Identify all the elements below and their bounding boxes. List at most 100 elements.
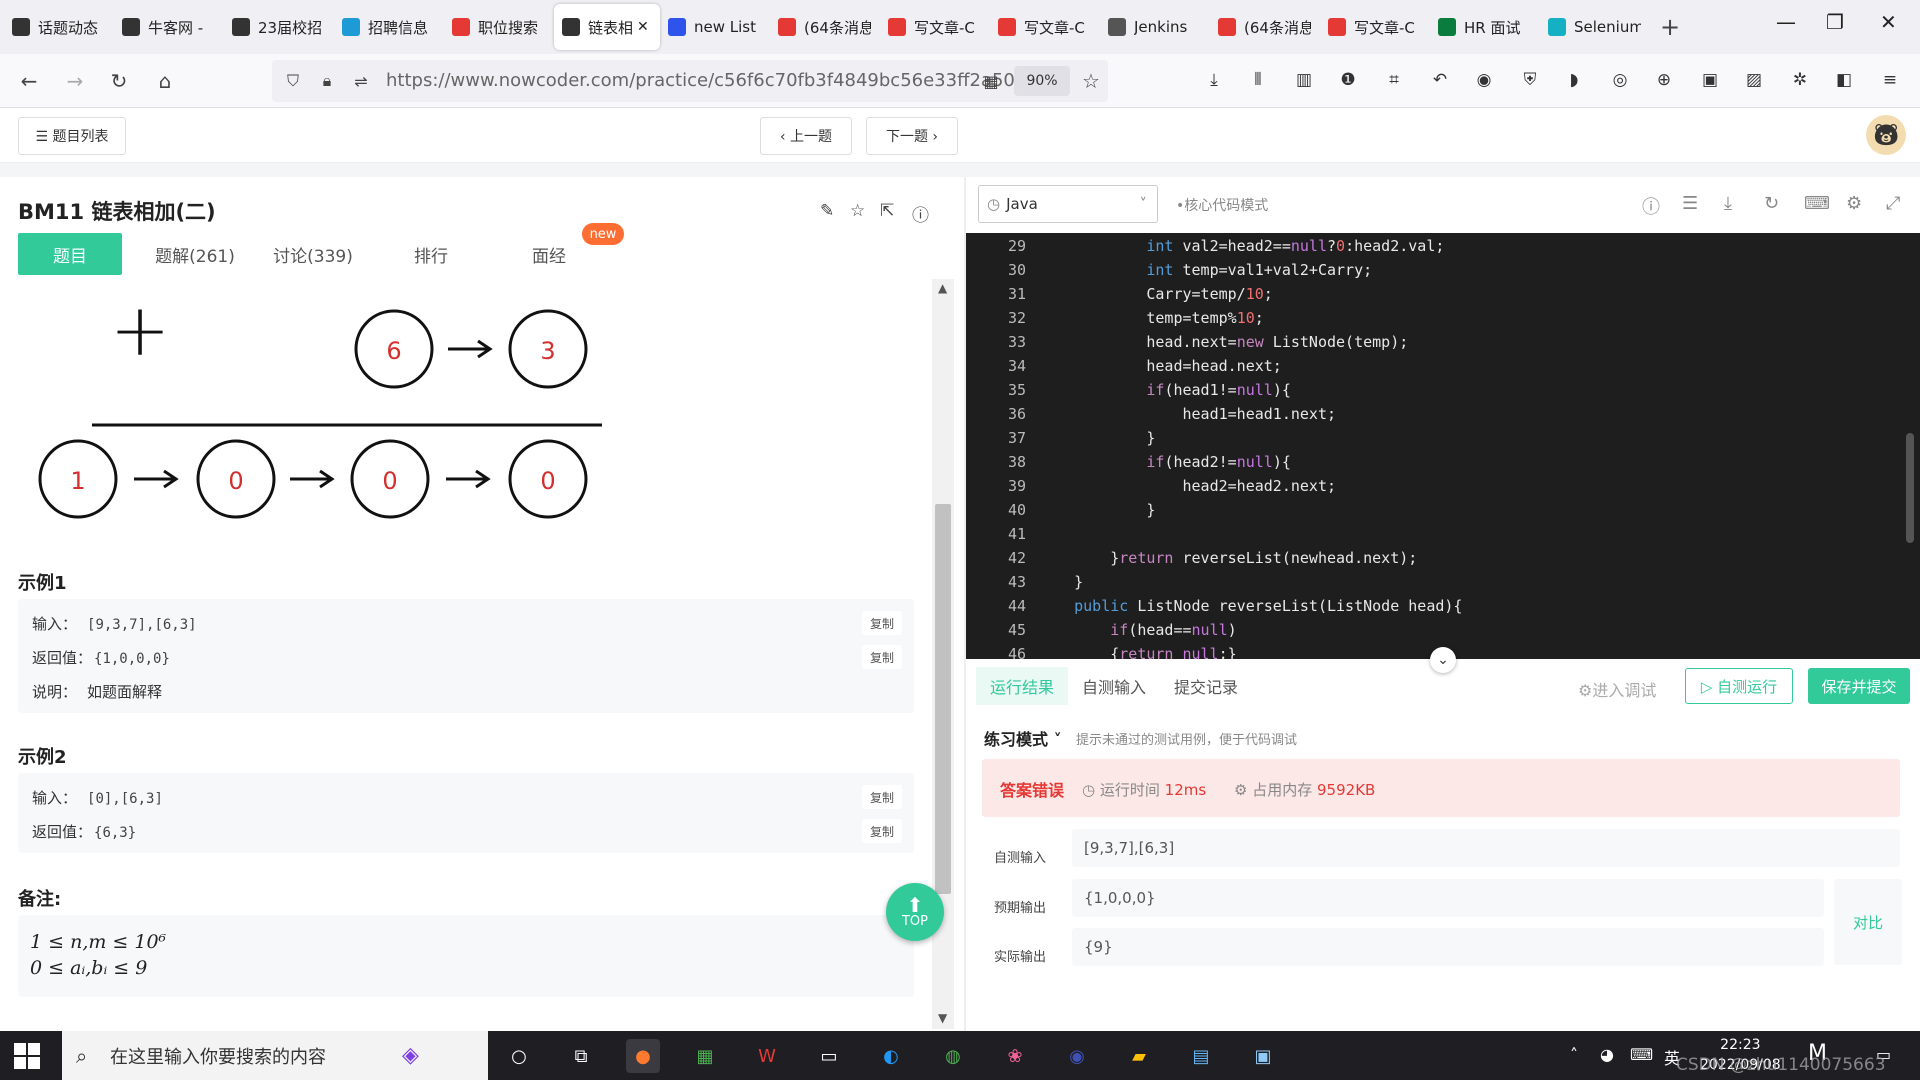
restore-button[interactable]: ❐	[1826, 10, 1844, 34]
code-line[interactable]: 34 head=head.next;	[966, 357, 1906, 381]
reload-icon[interactable]: ↻	[104, 66, 134, 96]
shield-icon[interactable]: ⛉	[278, 66, 308, 96]
browser-tab[interactable]: Jenkins	[1100, 4, 1210, 50]
browser-tab[interactable]: Selenium	[1540, 4, 1650, 50]
list-icon[interactable]: ☰	[1682, 193, 1698, 214]
reset-icon[interactable]: ↻	[1764, 193, 1779, 214]
terminal-icon[interactable]: ▭	[812, 1039, 846, 1073]
favorite-star-icon[interactable]: ☆	[850, 201, 865, 221]
code-text[interactable]: }	[1038, 573, 1083, 591]
url-text[interactable]: https://www.nowcoder.com/practice/c56f6c…	[386, 70, 1026, 91]
copy-button[interactable]: 复制	[862, 785, 902, 809]
code-line[interactable]: 30 int temp=val1+val2+Carry;	[966, 261, 1906, 285]
help-icon[interactable]: ⓘ	[1642, 193, 1660, 219]
browser-tab[interactable]: 职位搜索	[444, 4, 554, 50]
code-text[interactable]: if(head1!=null){	[1038, 381, 1291, 399]
permissions-icon[interactable]: ⇌	[346, 66, 376, 96]
browser-tab[interactable]: 链表相 ✕	[554, 4, 660, 50]
code-text[interactable]: if(head==null)	[1038, 621, 1236, 639]
code-line[interactable]: 40 }	[966, 501, 1906, 525]
tray-chevron-up-icon[interactable]: ˄	[1570, 1045, 1578, 1064]
self-run-button[interactable]: ▷ 自测运行	[1685, 668, 1793, 704]
copy-button[interactable]: 复制	[862, 819, 902, 843]
code-line[interactable]: 43 }	[966, 573, 1906, 597]
tab-problem[interactable]: 题目	[18, 233, 122, 275]
undo-icon[interactable]: ↶	[1428, 68, 1452, 92]
minimize-button[interactable]: —	[1776, 10, 1796, 34]
browser-tab[interactable]: 写文章-C	[1320, 4, 1430, 50]
code-text[interactable]: }	[1038, 429, 1155, 447]
code-text[interactable]: if(head2!=null){	[1038, 453, 1291, 471]
practice-mode-dropdown[interactable]: 练习模式 ˅	[984, 726, 1062, 750]
firefox-icon[interactable]: ●	[626, 1039, 660, 1073]
avatar[interactable]: 🐻︎	[1866, 115, 1906, 155]
download-code-icon[interactable]: ⤓	[1724, 193, 1732, 214]
code-text[interactable]: temp=temp%10;	[1038, 309, 1263, 327]
privacy-extension-icon[interactable]: ◗	[1562, 68, 1586, 92]
address-bar[interactable]: ⛉ 🔒︎ ⇌ https://www.nowcoder.com/practice…	[272, 60, 1108, 102]
browser-tab[interactable]: 写文章-C	[990, 4, 1100, 50]
code-line[interactable]: 39 head2=head2.next;	[966, 477, 1906, 501]
next-problem-button[interactable]: 下一题 ›	[866, 117, 958, 155]
code-text[interactable]: {return null;}	[1038, 645, 1236, 659]
excel-icon[interactable]: ▦	[688, 1039, 722, 1073]
sync-extension-icon[interactable]: ◎	[1608, 68, 1632, 92]
cortana-icon[interactable]: ○	[502, 1039, 536, 1073]
zoom-level[interactable]: 90%	[1014, 66, 1070, 96]
tab-self-test-input[interactable]: 自测输入	[1068, 667, 1160, 705]
code-line[interactable]: 33 head.next=new ListNode(temp);	[966, 333, 1906, 357]
scrollbar-thumb[interactable]	[935, 504, 951, 894]
qq-icon[interactable]: ◕	[1600, 1045, 1614, 1064]
code-line[interactable]: 31 Carry=temp/10;	[966, 285, 1906, 309]
tab-solutions[interactable]: 题解(261)	[136, 233, 254, 275]
crop-icon[interactable]: ⌗	[1382, 68, 1406, 92]
code-text[interactable]: }	[1038, 501, 1155, 519]
wechat-icon[interactable]: ◍	[936, 1039, 970, 1073]
code-line[interactable]: 44 public ListNode reverseList(ListNode …	[966, 597, 1906, 621]
back-to-top-button[interactable]: ⬆ TOP	[886, 883, 944, 941]
tab-submission-history[interactable]: 提交记录	[1160, 667, 1252, 705]
browser-tab[interactable]: 话题动态	[4, 4, 114, 50]
share-icon[interactable]: ⇱	[880, 201, 894, 221]
home-icon[interactable]: ⌂	[150, 66, 180, 96]
code-text[interactable]: head=head.next;	[1038, 357, 1281, 375]
code-line[interactable]: 41	[966, 525, 1906, 549]
app-icon[interactable]: ❀	[998, 1039, 1032, 1073]
browser-tab[interactable]: 写文章-C	[880, 4, 990, 50]
lock-icon[interactable]: 🔒︎	[312, 66, 342, 96]
save-submit-button[interactable]: 保存并提交	[1808, 668, 1910, 704]
code-line[interactable]: 29 int val2=head2==null?0:head2.val;	[966, 237, 1906, 261]
copy-button[interactable]: 复制	[862, 611, 902, 635]
selenium-ide-icon[interactable]: ◧	[1832, 68, 1856, 92]
settings-gear-icon[interactable]: ⚙	[1846, 193, 1862, 214]
remote-desktop-icon[interactable]: ▤	[1184, 1039, 1218, 1073]
scroll-down-icon[interactable]: ▼	[938, 1011, 947, 1025]
code-text[interactable]: Carry=temp/10;	[1038, 285, 1272, 303]
info-icon[interactable]: ⓘ	[912, 201, 929, 226]
browser-tab[interactable]: (64条消息	[1210, 4, 1320, 50]
file-explorer-icon[interactable]: ▰	[1122, 1039, 1156, 1073]
browser-tab[interactable]: 招聘信息	[334, 4, 444, 50]
code-line[interactable]: 45 if(head==null)	[966, 621, 1906, 645]
qr-code-icon[interactable]: ▦	[976, 66, 1006, 96]
taskbar-search[interactable]: ⌕ 在这里输入你要搜索的内容 ◈	[62, 1031, 488, 1080]
menu-icon[interactable]: ≡	[1878, 68, 1902, 92]
problem-list-button[interactable]: ☰ 题目列表	[18, 117, 126, 155]
tab-ranking[interactable]: 排行	[372, 233, 490, 275]
edit-icon[interactable]: ✎	[820, 201, 834, 221]
code-text[interactable]: int temp=val1+val2+Carry;	[1038, 261, 1372, 279]
editor-scrollbar-thumb[interactable]	[1906, 433, 1914, 543]
collapse-editor-button[interactable]: ⌄	[1430, 647, 1456, 673]
wps-icon[interactable]: W	[750, 1039, 784, 1073]
browser-tab[interactable]: 23届校招	[224, 4, 334, 50]
browser-tab[interactable]: (64条消息	[770, 4, 880, 50]
windows-start-icon[interactable]	[14, 1043, 40, 1069]
extension-1-icon[interactable]: ❶	[1336, 68, 1360, 92]
code-line[interactable]: 42 }return reverseList(newhead.next);	[966, 549, 1906, 573]
new-tab-button[interactable]: +	[1650, 7, 1690, 47]
tab-discussion[interactable]: 讨论(339)	[254, 233, 372, 275]
browser-tab[interactable]: 牛客网 -	[114, 4, 224, 50]
code-line[interactable]: 36 head1=head1.next;	[966, 405, 1906, 429]
code-line[interactable]: 35 if(head1!=null){	[966, 381, 1906, 405]
close-window-button[interactable]: ✕	[1880, 10, 1897, 34]
